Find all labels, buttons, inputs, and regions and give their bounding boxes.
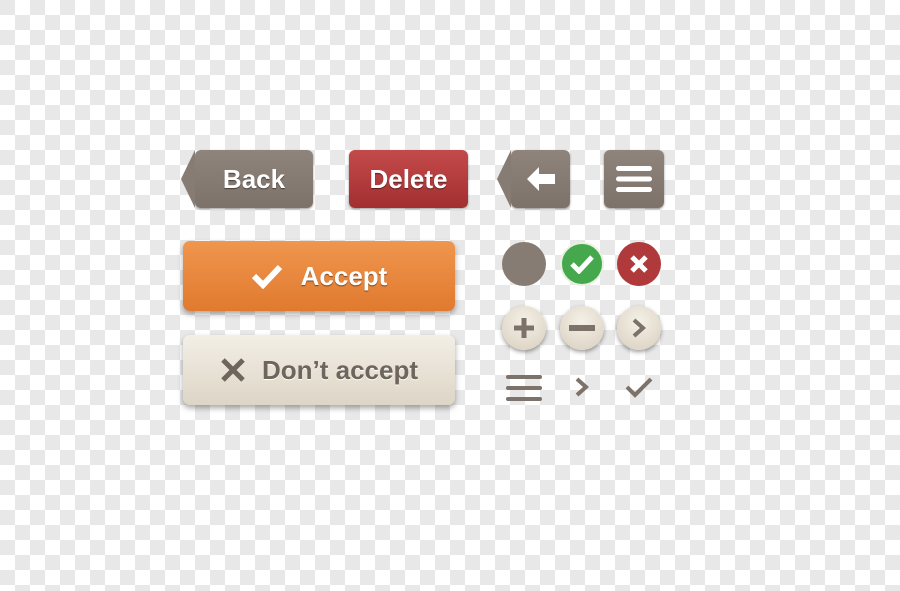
check-icon	[570, 255, 594, 274]
close-icon	[630, 255, 648, 273]
plus-icon	[514, 318, 534, 338]
close-icon	[221, 358, 245, 382]
menu-button[interactable]	[604, 150, 664, 208]
dont-accept-button[interactable]: Don’t accept	[183, 335, 455, 405]
accept-label: Accept	[300, 260, 388, 291]
circle-icon[interactable]	[502, 242, 546, 286]
menu-icon	[506, 375, 542, 401]
back-arrow-button[interactable]	[497, 150, 570, 208]
minus-button[interactable]	[560, 306, 604, 350]
menu-small-button[interactable]	[504, 373, 544, 403]
close-circle-button[interactable]	[617, 242, 661, 286]
menu-icon	[616, 166, 652, 192]
back-button[interactable]: Back	[181, 150, 313, 208]
chevron-small-button[interactable]	[570, 373, 594, 401]
check-icon	[625, 377, 653, 398]
back-tip	[181, 150, 195, 208]
check-icon	[251, 264, 282, 289]
next-button[interactable]	[617, 306, 661, 350]
arrow-left-icon	[526, 167, 555, 191]
plus-button[interactable]	[502, 306, 546, 350]
delete-label: Delete	[369, 163, 448, 194]
check-small-button[interactable]	[622, 373, 656, 401]
arrow-tip	[497, 150, 511, 208]
chevron-right-icon	[575, 377, 590, 397]
back-label: Back	[222, 163, 286, 194]
chevron-right-icon	[632, 318, 647, 338]
minus-icon	[569, 325, 595, 331]
delete-button[interactable]: Delete	[349, 150, 468, 208]
dont-accept-label: Don’t accept	[261, 354, 419, 385]
accept-button[interactable]: Accept	[183, 241, 455, 311]
check-circle-button[interactable]	[560, 242, 604, 286]
